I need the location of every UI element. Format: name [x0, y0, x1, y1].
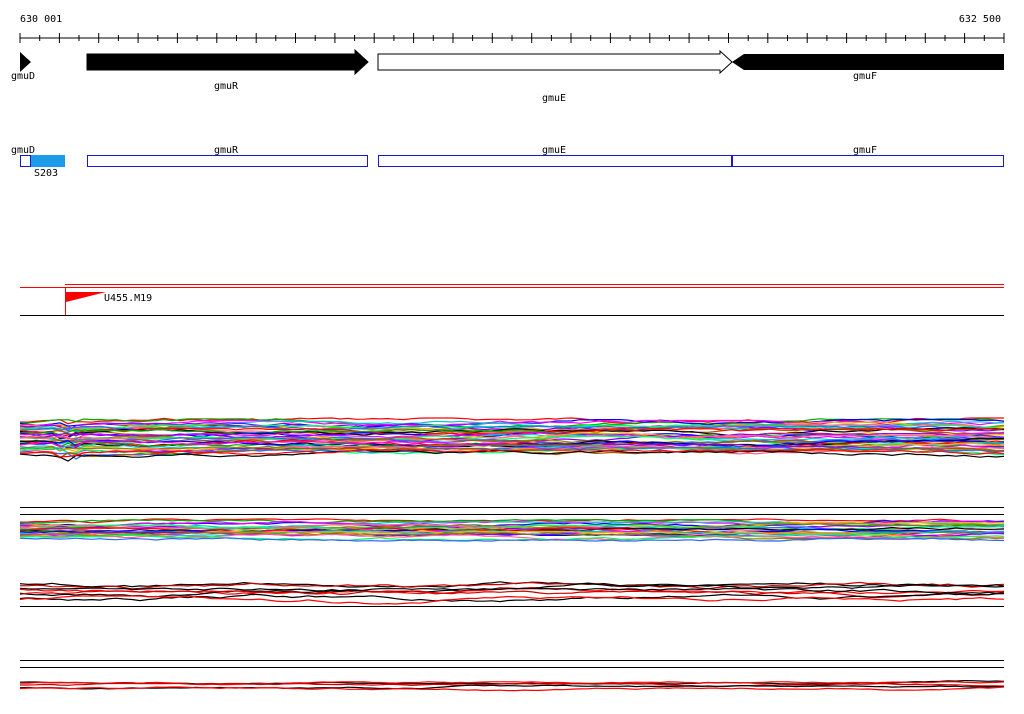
feature-label-s203: S203 [34, 168, 58, 179]
annotation-label-gmuf: gmuF [853, 145, 877, 156]
profile-line [19, 537, 1005, 542]
tss-flag-icon[interactable] [66, 292, 106, 302]
ruler-end-label: 632 500 [959, 14, 1001, 25]
coordinate-ruler: 630 001 632 500 [19, 14, 1005, 43]
gene-arrow-gmur[interactable] [86, 48, 369, 76]
profile-track-4 [19, 660, 1005, 692]
profile-track-3 [19, 581, 1005, 607]
genome-browser: 630 001 632 500 gmuD gmuR gmuE gmuF gmuD… [11, 14, 1005, 692]
gene-arrow-gmud[interactable] [20, 52, 31, 72]
annotation-label-gmue: gmuE [542, 145, 566, 156]
gene-label-gmud: gmuD [11, 71, 35, 82]
annotation-track: gmuD S203 gmuR gmuE gmuF [11, 145, 1004, 179]
profile-line [19, 686, 1005, 692]
annotation-label-gmur: gmuR [214, 145, 239, 156]
gene-label-gmuf: gmuF [853, 71, 877, 82]
gene-arrow-gmuf[interactable] [732, 54, 1004, 70]
gene-label-gmur: gmuR [214, 81, 239, 92]
feature-box-s203[interactable] [31, 155, 65, 167]
tss-track: U455.M19 [20, 284, 1004, 316]
profile-track-2 [19, 507, 1005, 542]
gene-label-gmue: gmuE [542, 93, 566, 104]
profile-track-1 [19, 417, 1005, 462]
annotation-label-gmud: gmuD [11, 145, 35, 156]
annotation-box-gmuf[interactable] [732, 155, 1004, 167]
annotation-box-gmud[interactable] [20, 155, 31, 167]
tss-label: U455.M19 [104, 293, 152, 304]
ruler-start-label: 630 001 [20, 14, 62, 25]
gene-track: gmuD gmuR gmuE gmuF [11, 48, 1004, 104]
annotation-box-gmur[interactable] [87, 155, 368, 167]
gene-arrow-gmue[interactable] [377, 49, 733, 75]
annotation-box-gmue[interactable] [378, 155, 732, 167]
